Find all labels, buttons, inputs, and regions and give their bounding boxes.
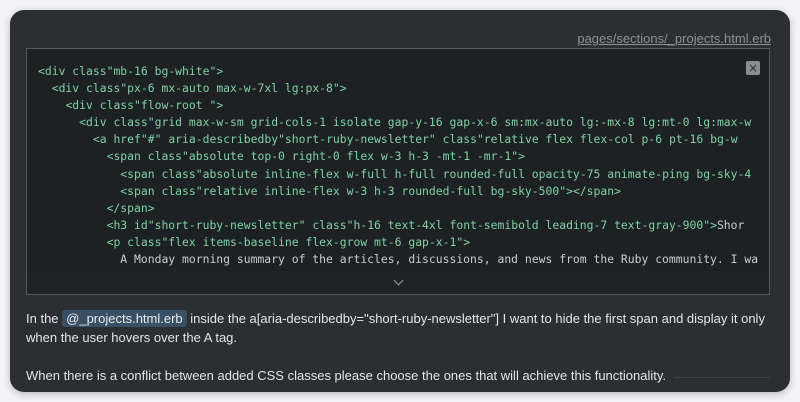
code-line: <div class"grid max-w-sm grid-cols-1 iso… <box>79 115 752 130</box>
expand-code-button[interactable] <box>27 271 769 294</box>
code-line: <a href"#" aria-describedby"short-ruby-n… <box>92 132 738 147</box>
message-text: In the @_projects.html.erb inside the a[… <box>26 309 771 385</box>
code-line: <div class"px-6 mx-auto max-w-7xl lg:px-… <box>51 81 347 96</box>
code-line: <span class"absolute inline-flex w-full … <box>120 166 752 181</box>
code-snippet: <div class"mb-16 bg-white"> <div class"p… <box>26 48 770 295</box>
file-link[interactable]: pages/sections/_projects.html.erb <box>577 31 771 46</box>
code-scroll-area[interactable]: <div class"mb-16 bg-white"> <div class"p… <box>27 49 769 273</box>
message-paragraph-2: When there is a conflict between added C… <box>26 368 667 383</box>
chat-message-panel: pages/sections/_projects.html.erb <div c… <box>10 10 790 392</box>
divider <box>674 377 770 378</box>
code-line: </span> <box>106 200 155 215</box>
chevron-down-icon <box>393 275 403 286</box>
code-line: <h3 id"short-ruby-newsletter" class"h-16… <box>106 217 745 232</box>
close-icon[interactable]: × <box>746 61 760 75</box>
code-line: <span class"absolute top-0 right-0 flex … <box>106 149 525 164</box>
code-content: <div class"mb-16 bg-white"> <div class"p… <box>27 49 769 273</box>
code-line: <div class"flow-root "> <box>65 98 224 113</box>
code-line: <p class"flex items-baseline flex-grow m… <box>106 234 471 249</box>
code-line: <div class"mb-16 bg-white"> <box>38 64 224 78</box>
code-line: A Monday morning summary of the articles… <box>38 252 759 267</box>
file-mention-chip[interactable]: @_projects.html.erb <box>62 310 187 327</box>
message-paragraph-1: In the @_projects.html.erb inside the a[… <box>26 310 765 345</box>
code-line: <span class"relative inline-flex w-3 h-3… <box>120 183 621 198</box>
